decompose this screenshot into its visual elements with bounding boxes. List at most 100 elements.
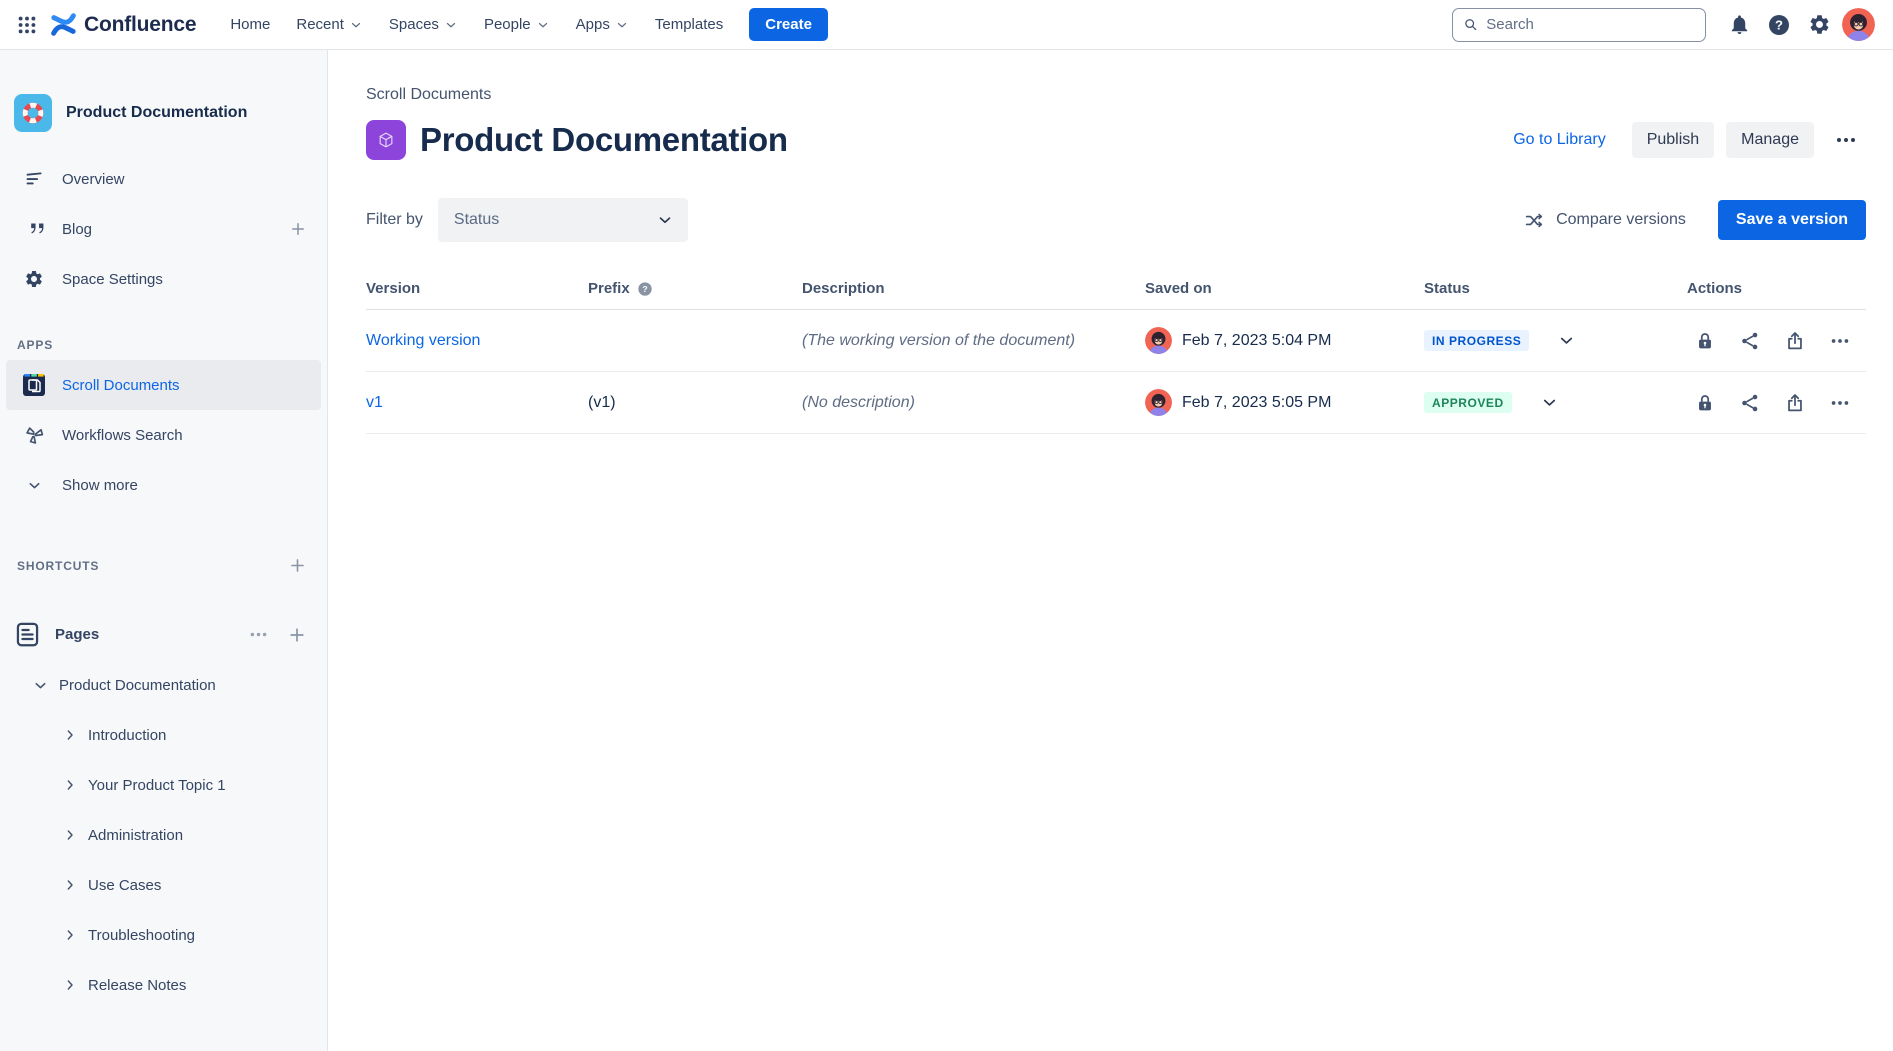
lock-button[interactable]: [1687, 323, 1723, 359]
export-button[interactable]: [1777, 385, 1813, 421]
search-input[interactable]: [1486, 16, 1695, 33]
chevron-down-icon: [349, 18, 363, 32]
prefix-help-icon[interactable]: ?: [637, 281, 653, 297]
tree-item[interactable]: Release Notes: [0, 960, 327, 1010]
user-avatar: [1842, 8, 1875, 41]
nav-apps[interactable]: Apps: [566, 8, 639, 41]
sidebar-item-overview[interactable]: Overview: [0, 154, 327, 204]
tree-item-label: Your Product Topic 1: [88, 777, 226, 794]
version-link[interactable]: v1: [366, 394, 383, 411]
sidebar-item-label: Blog: [62, 221, 273, 238]
chevron-down-icon: [22, 477, 46, 494]
tree-item[interactable]: Your Product Topic 1: [0, 760, 327, 810]
go-to-library-link[interactable]: Go to Library: [1513, 131, 1605, 149]
lock-icon: [1694, 330, 1716, 352]
user-avatar-button[interactable]: [1842, 8, 1875, 41]
space-avatar-icon: [14, 94, 52, 132]
table-row: Working version (The working version of …: [366, 310, 1866, 372]
manage-button[interactable]: Manage: [1726, 122, 1814, 158]
chevron-right-icon[interactable]: [62, 727, 78, 743]
sidebar-item-label: Show more: [62, 477, 307, 494]
chevron-down-icon[interactable]: [32, 677, 49, 694]
pages-section-header[interactable]: Pages: [0, 621, 327, 648]
publish-button[interactable]: Publish: [1632, 122, 1714, 158]
row-more-button[interactable]: [1822, 385, 1858, 421]
tree-item[interactable]: Administration: [0, 810, 327, 860]
chevron-right-icon[interactable]: [62, 977, 78, 993]
more-icon: [1829, 330, 1851, 352]
pages-more-icon[interactable]: [248, 624, 269, 645]
sidebar-item-workflows-search[interactable]: Workflows Search: [0, 410, 327, 460]
add-page-icon[interactable]: [287, 625, 307, 645]
chevron-down-icon: [615, 18, 629, 32]
tree-item-label: Administration: [88, 827, 183, 844]
help-icon: ?: [1767, 13, 1791, 37]
more-icon: [1829, 392, 1851, 414]
notifications-button[interactable]: [1722, 8, 1756, 42]
saved-by-avatar: [1145, 327, 1172, 354]
chevron-down-icon: [656, 211, 674, 229]
search-icon: [1463, 16, 1478, 33]
main-content: Scroll Documents Product Documentation G…: [329, 50, 1893, 1051]
status-filter-dropdown[interactable]: Status: [438, 198, 688, 242]
lock-button[interactable]: [1687, 385, 1723, 421]
overview-icon: [22, 169, 46, 190]
nav-spaces[interactable]: Spaces: [379, 8, 468, 41]
breadcrumb[interactable]: Scroll Documents: [366, 86, 1866, 104]
chevron-right-icon[interactable]: [62, 927, 78, 943]
share-button[interactable]: [1732, 323, 1768, 359]
nav-templates[interactable]: Templates: [645, 8, 733, 41]
toolbar-right: Compare versions Save a version: [1518, 200, 1866, 240]
chevron-right-icon[interactable]: [62, 877, 78, 893]
export-button[interactable]: [1777, 323, 1813, 359]
status-chevron-down-icon[interactable]: [1540, 393, 1559, 412]
nav-recent[interactable]: Recent: [286, 8, 373, 41]
sidebar-item-scroll-documents[interactable]: Scroll Documents: [6, 360, 321, 410]
row-more-button[interactable]: [1822, 323, 1858, 359]
compare-versions-button[interactable]: Compare versions: [1518, 202, 1692, 239]
page-title: Product Documentation: [420, 121, 788, 159]
page-header: Product Documentation Go to Library Publ…: [366, 120, 1866, 160]
add-blog-icon[interactable]: [289, 220, 307, 238]
confluence-logo[interactable]: Confluence: [50, 11, 196, 38]
tree-item[interactable]: Troubleshooting: [0, 910, 327, 960]
chevron-right-icon[interactable]: [62, 827, 78, 843]
version-link[interactable]: Working version: [366, 332, 480, 349]
share-button[interactable]: [1732, 385, 1768, 421]
help-button[interactable]: ?: [1762, 8, 1796, 42]
tree-item[interactable]: Use Cases: [0, 860, 327, 910]
create-button[interactable]: Create: [749, 8, 828, 41]
save-a-version-button[interactable]: Save a version: [1718, 200, 1866, 240]
nav-people[interactable]: People: [474, 8, 560, 41]
tree-item-label: Use Cases: [88, 877, 161, 894]
tree-item-root[interactable]: Product Documentation: [0, 660, 327, 710]
nav-home[interactable]: Home: [220, 8, 280, 41]
status-filter-value: Status: [454, 211, 656, 229]
tree-item[interactable]: Introduction: [0, 710, 327, 760]
saved-on-value: Feb 7, 2023 5:04 PM: [1182, 332, 1331, 350]
saved-by-avatar: [1145, 389, 1172, 416]
app-switcher-button[interactable]: [10, 8, 44, 42]
settings-button[interactable]: [1802, 8, 1836, 42]
top-navigation: Confluence Home Recent Spaces People App…: [0, 0, 1893, 50]
status-badge: IN PROGRESS: [1424, 330, 1529, 351]
chevron-right-icon[interactable]: [62, 777, 78, 793]
share-icon: [1739, 330, 1761, 352]
filter-by-label: Filter by: [366, 211, 423, 229]
page-more-button[interactable]: [1826, 122, 1866, 158]
sidebar-show-more[interactable]: Show more: [0, 460, 327, 510]
global-search[interactable]: [1452, 8, 1706, 42]
logo-wordmark: Confluence: [84, 13, 196, 37]
gear-icon: [1808, 13, 1831, 36]
description-value: (No description): [802, 394, 1145, 412]
sidebar-item-space-settings[interactable]: Space Settings: [0, 254, 327, 304]
app-grid-icon: [16, 14, 38, 36]
column-description: Description: [802, 280, 1145, 297]
more-icon: [1834, 128, 1858, 152]
status-chevron-down-icon[interactable]: [1557, 331, 1576, 350]
space-header[interactable]: Product Documentation: [0, 94, 327, 132]
sidebar-item-blog[interactable]: Blog: [0, 204, 327, 254]
tree-item-label: Troubleshooting: [88, 927, 195, 944]
table-header-row: Version Prefix ? Description Saved on St…: [366, 268, 1866, 310]
add-shortcut-icon[interactable]: [288, 556, 307, 575]
